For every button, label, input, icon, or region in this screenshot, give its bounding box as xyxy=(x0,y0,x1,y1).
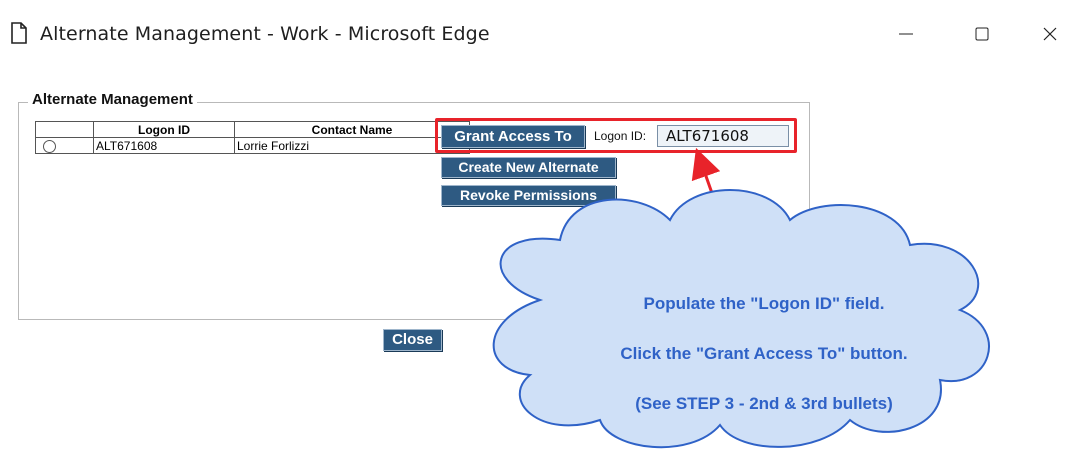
close-window-button[interactable] xyxy=(1026,14,1074,54)
alternates-table: Logon ID Contact Name ALT671608 Lorrie F… xyxy=(35,121,470,154)
column-header-logon-id: Logon ID xyxy=(93,121,235,138)
callout-line-2: Click the "Grant Access To" button. xyxy=(620,344,908,363)
window-title: Alternate Management - Work - Microsoft … xyxy=(40,23,490,45)
minimize-button[interactable] xyxy=(882,14,930,54)
maximize-button[interactable] xyxy=(958,14,1006,54)
table-row[interactable]: ALT671608 Lorrie Forlizzi xyxy=(35,137,470,154)
column-header-select xyxy=(35,121,94,138)
group-legend: Alternate Management xyxy=(28,91,197,108)
close-button[interactable]: Close xyxy=(383,329,442,351)
table-header-row: Logon ID Contact Name xyxy=(35,121,470,138)
callout-line-3: (See STEP 3 - 2nd & 3rd bullets) xyxy=(635,394,893,413)
create-new-alternate-button[interactable]: Create New Alternate xyxy=(441,157,616,178)
highlight-box xyxy=(435,118,797,153)
minimize-icon xyxy=(899,33,913,35)
maximize-icon xyxy=(975,27,989,41)
row-radio-button[interactable] xyxy=(43,139,56,153)
row-select-cell xyxy=(35,137,94,154)
revoke-permissions-button[interactable]: Revoke Permissions xyxy=(441,185,616,206)
page-icon xyxy=(11,22,27,44)
close-icon xyxy=(1043,27,1057,41)
row-logon-id: ALT671608 xyxy=(93,137,235,154)
callout-line-1: Populate the "Logon ID" field. xyxy=(643,294,885,313)
window-titlebar: Alternate Management - Work - Microsoft … xyxy=(0,0,1074,62)
